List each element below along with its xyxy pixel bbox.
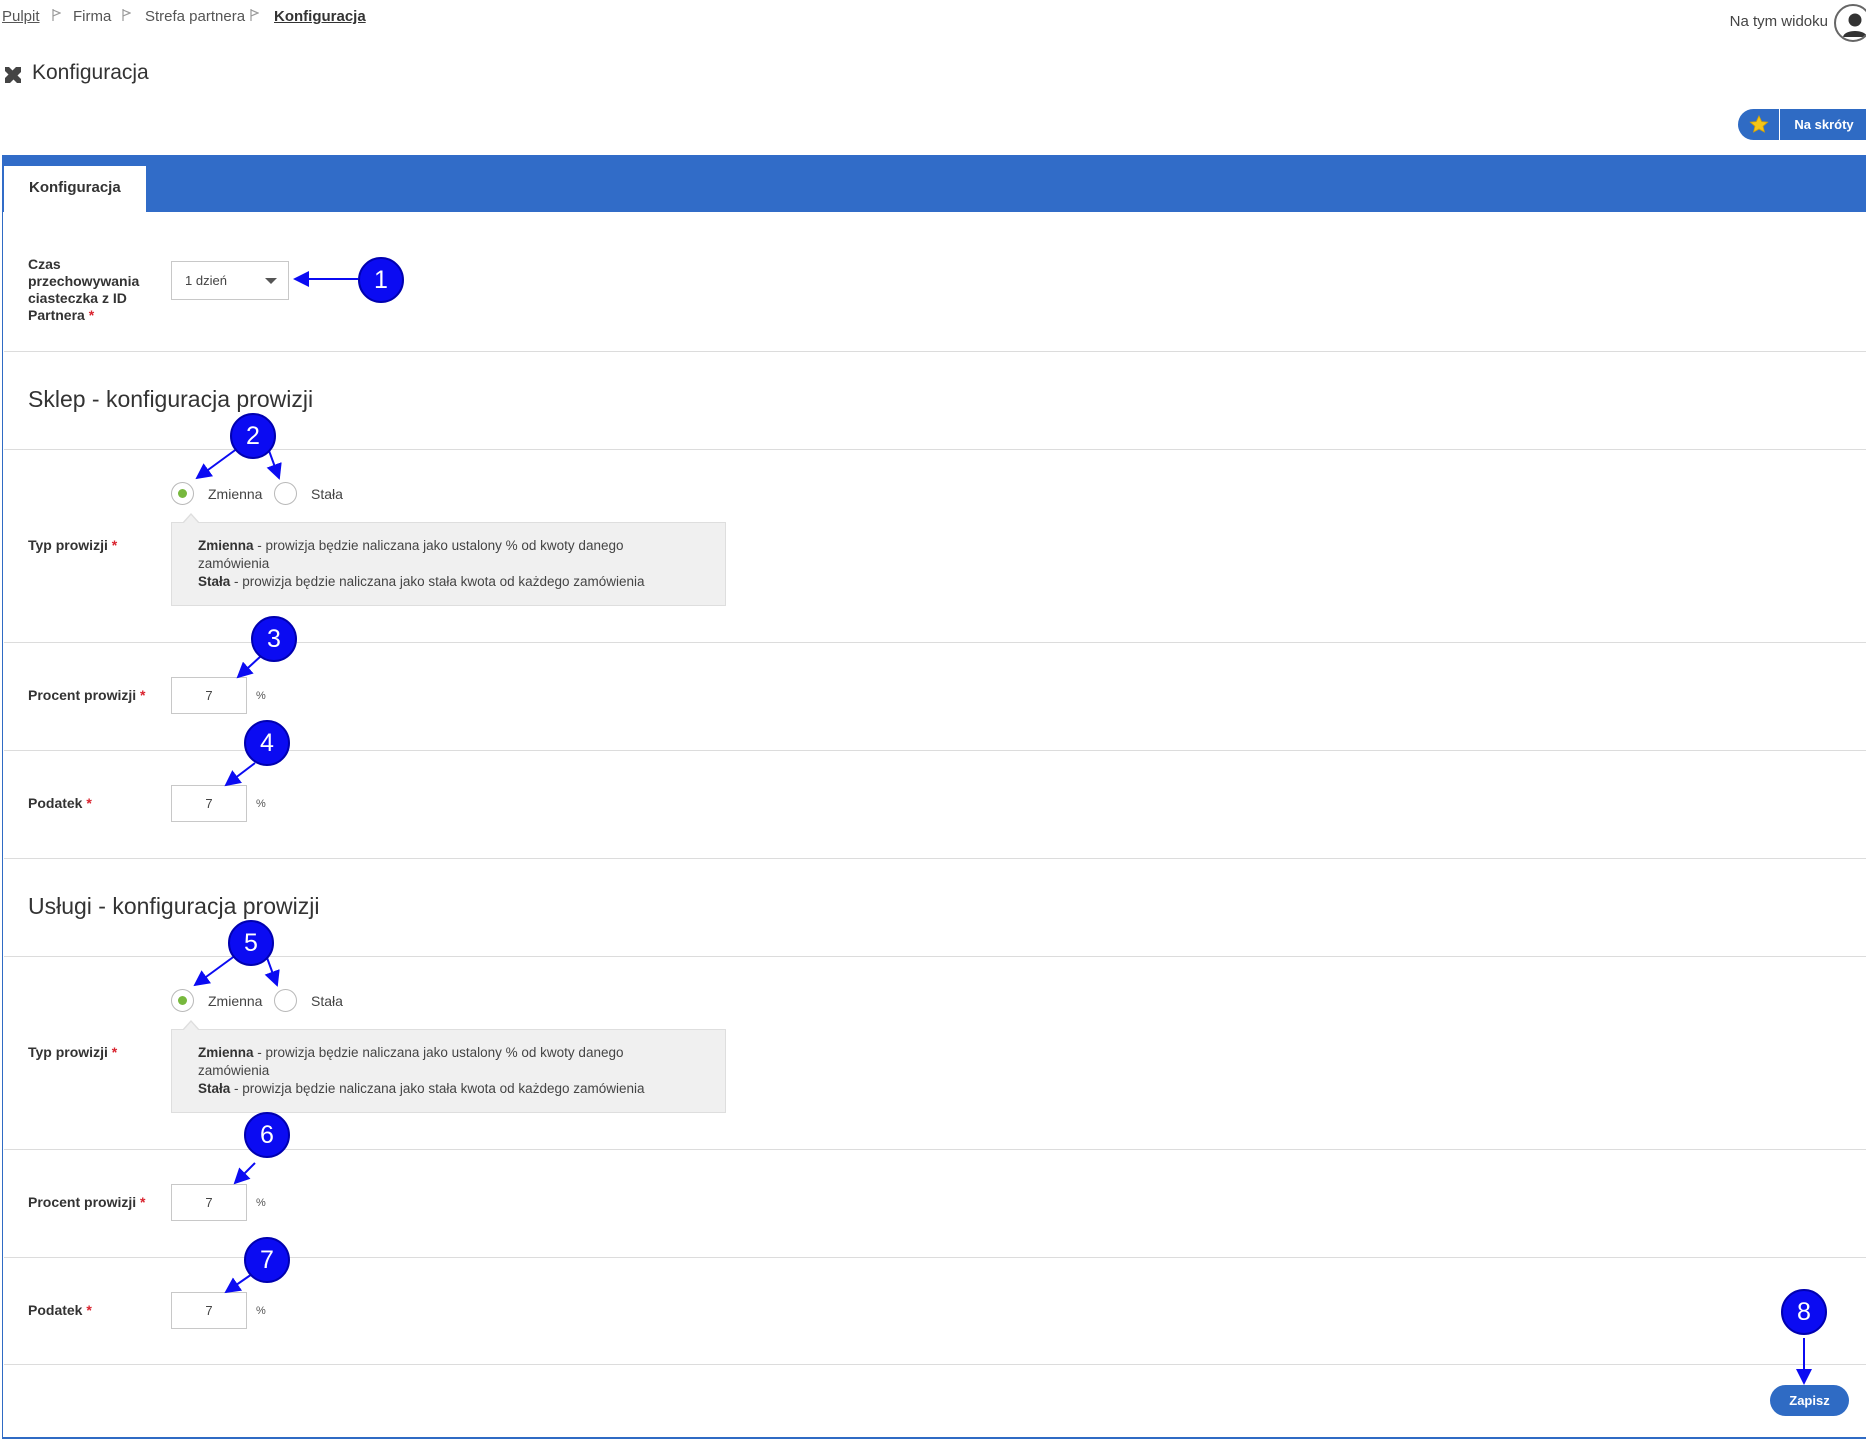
shop-tax-input[interactable] — [171, 785, 247, 822]
shop-tax-unit: % — [256, 798, 266, 810]
services-tax-label: Podatek * — [28, 1302, 92, 1318]
shop-radio-zmienna-label[interactable]: Zmienna — [208, 486, 262, 502]
shop-type-label: Typ prowizji * — [28, 537, 118, 553]
required-mark: * — [86, 795, 92, 811]
star-icon — [1749, 115, 1769, 133]
cookie-duration-label: Czas przechowywania ciasteczka z ID Part… — [28, 256, 140, 323]
divider — [4, 449, 1866, 450]
callout-6: 6 — [244, 1112, 290, 1158]
shop-percent-label: Procent prowizji * — [28, 687, 146, 703]
shop-section-title: Sklep - konfiguracja prowizji — [28, 386, 314, 412]
required-mark: * — [86, 1302, 92, 1318]
breadcrumb-separator-icon — [52, 9, 61, 21]
services-section-title: Usługi - konfiguracja prowizji — [28, 893, 320, 919]
required-mark: * — [111, 1044, 118, 1060]
services-radio-zmienna-label[interactable]: Zmienna — [208, 993, 262, 1009]
page-title: Konfiguracja — [32, 61, 149, 84]
callout-4: 4 — [244, 720, 290, 766]
divider — [4, 1364, 1866, 1365]
shop-tax-label: Podatek * — [28, 795, 92, 811]
caret-down-icon — [265, 278, 277, 284]
tools-icon — [5, 67, 21, 83]
services-radio-zmienna[interactable] — [171, 989, 194, 1012]
tab-bar — [2, 155, 1866, 212]
breadcrumb-item-pulpit[interactable]: Pulpit — [2, 8, 40, 25]
shortcut-star-area[interactable] — [1738, 109, 1780, 140]
services-tax-input[interactable] — [171, 1292, 247, 1329]
shop-radio-zmienna[interactable] — [171, 482, 194, 505]
view-context-label: Na tym widoku — [1729, 13, 1828, 30]
divider — [4, 956, 1866, 957]
breadcrumb-item-firma[interactable]: Firma — [73, 8, 111, 25]
callout-8: 8 — [1781, 1289, 1827, 1335]
services-type-label: Typ prowizji * — [28, 1044, 118, 1060]
user-avatar-icon[interactable] — [1834, 4, 1866, 42]
services-percent-unit: % — [256, 1197, 266, 1209]
breadcrumb-separator-icon — [122, 9, 131, 21]
tab-konfiguracja[interactable]: Konfiguracja — [4, 166, 146, 212]
services-radio-stala-label[interactable]: Stała — [311, 993, 343, 1009]
user-icon — [1843, 13, 1866, 37]
cookie-duration-select[interactable]: 1 dzień — [171, 261, 289, 300]
services-tax-unit: % — [256, 1305, 266, 1317]
required-mark: * — [140, 1194, 146, 1210]
services-percent-input[interactable] — [171, 1184, 247, 1221]
shortcuts-label: Na skróty — [1794, 117, 1854, 132]
shop-percent-unit: % — [256, 690, 266, 702]
callout-5: 5 — [228, 920, 274, 966]
save-button[interactable]: Zapisz — [1770, 1385, 1849, 1416]
services-type-info: Zmienna - prowizja będzie naliczana jako… — [171, 1020, 726, 1113]
callout-3: 3 — [251, 616, 297, 662]
breadcrumb-item-current: Konfiguracja — [274, 8, 366, 25]
services-percent-label: Procent prowizji * — [28, 1194, 146, 1210]
divider — [4, 351, 1866, 352]
shop-type-info: Zmienna - prowizja będzie naliczana jako… — [171, 513, 726, 606]
required-mark: * — [111, 537, 118, 553]
callout-1: 1 — [358, 257, 404, 303]
callout-2: 2 — [230, 413, 276, 459]
callout-7: 7 — [244, 1237, 290, 1283]
shop-radio-stala-label[interactable]: Stała — [311, 486, 343, 502]
shop-radio-stala[interactable] — [274, 482, 297, 505]
breadcrumb-item-strefa-partnera[interactable]: Strefa partnera — [145, 8, 245, 25]
breadcrumb-separator-icon — [250, 9, 259, 21]
divider — [4, 858, 1866, 859]
shop-percent-input[interactable] — [171, 677, 247, 714]
required-mark: * — [140, 687, 146, 703]
services-radio-stala[interactable] — [274, 989, 297, 1012]
shortcuts-button[interactable]: Na skróty — [1738, 109, 1866, 140]
cookie-duration-value: 1 dzień — [185, 273, 227, 288]
required-mark: * — [88, 307, 95, 323]
